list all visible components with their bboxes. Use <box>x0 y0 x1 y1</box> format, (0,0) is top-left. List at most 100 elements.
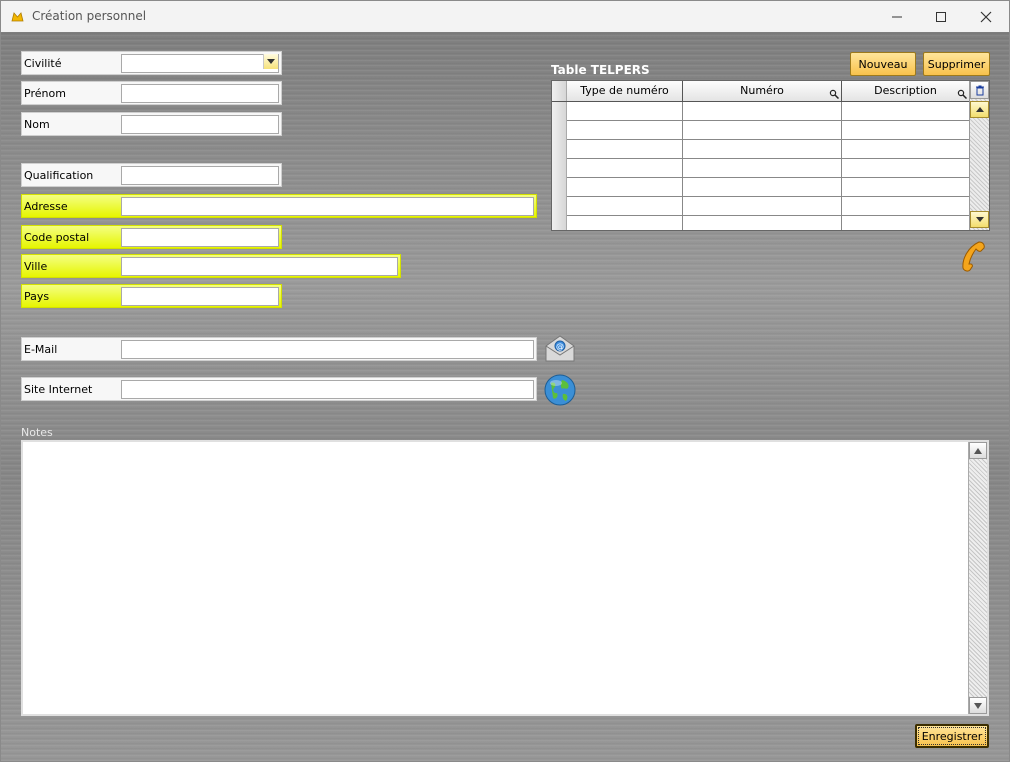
ville-row: Ville <box>21 254 401 278</box>
cell-type[interactable] <box>567 140 683 159</box>
scroll-up-button[interactable] <box>970 101 989 118</box>
cell-numero[interactable] <box>683 140 842 159</box>
column-header-type[interactable]: Type de numéro <box>567 81 683 102</box>
magnifier-icon[interactable] <box>829 89 839 99</box>
phone-icon[interactable] <box>959 239 987 273</box>
code-postal-input[interactable] <box>121 228 279 247</box>
table-scrollbar[interactable] <box>969 81 989 230</box>
table-title: Table TELPERS <box>551 63 650 77</box>
telpers-table: Type de numéro Numéro Description <box>551 80 990 231</box>
window: Création personnel Civilité Prénom Nom Q… <box>0 0 1010 762</box>
cell-type[interactable] <box>567 216 683 230</box>
row-selector-column[interactable] <box>552 102 567 230</box>
pays-row: Pays <box>21 284 282 308</box>
qualification-row: Qualification <box>21 163 282 187</box>
column-header-description-label: Description <box>874 84 937 97</box>
cell-type[interactable] <box>567 159 683 178</box>
email-icon[interactable]: @ <box>543 334 577 364</box>
site-internet-row: Site Internet <box>21 377 537 401</box>
scroll-down-button[interactable] <box>970 211 989 228</box>
adresse-input[interactable] <box>121 197 534 216</box>
cell-description[interactable] <box>842 178 970 197</box>
chevron-down-icon[interactable] <box>263 54 278 69</box>
ville-input[interactable] <box>121 257 398 276</box>
prenom-row: Prénom <box>21 81 282 105</box>
email-input[interactable] <box>121 340 534 359</box>
prenom-label: Prénom <box>24 87 66 100</box>
chevron-up-icon <box>974 447 982 454</box>
nom-input[interactable] <box>121 115 279 134</box>
cell-description[interactable] <box>842 121 970 140</box>
maximize-icon <box>936 11 946 22</box>
cell-numero[interactable] <box>683 216 842 230</box>
table-row[interactable] <box>567 178 970 197</box>
column-header-numero[interactable]: Numéro <box>683 81 842 102</box>
table-row[interactable] <box>567 140 970 159</box>
cell-type[interactable] <box>567 178 683 197</box>
pays-input[interactable] <box>121 287 279 306</box>
cell-description[interactable] <box>842 102 970 121</box>
enregistrer-button[interactable]: Enregistrer <box>915 724 989 748</box>
window-title: Création personnel <box>32 9 147 23</box>
notes-textarea[interactable] <box>21 440 989 716</box>
header-row-selector <box>552 81 567 101</box>
notes-scrollbar[interactable] <box>968 442 987 714</box>
minimize-button[interactable] <box>874 1 920 32</box>
ville-label: Ville <box>24 260 48 273</box>
magnifier-icon[interactable] <box>957 89 967 99</box>
nouveau-button[interactable]: Nouveau <box>850 52 916 76</box>
code-postal-label: Code postal <box>24 231 90 244</box>
adresse-label: Adresse <box>24 200 68 213</box>
supprimer-button[interactable]: Supprimer <box>923 52 990 76</box>
close-icon <box>980 11 992 22</box>
table-header: Type de numéro Numéro Description <box>552 81 970 102</box>
cell-description[interactable] <box>842 216 970 230</box>
notes-scroll-up-button[interactable] <box>969 442 987 459</box>
prenom-input[interactable] <box>121 84 279 103</box>
code-postal-row: Code postal <box>21 225 282 249</box>
table-row[interactable] <box>567 216 970 230</box>
cell-type[interactable] <box>567 121 683 140</box>
cell-numero[interactable] <box>683 102 842 121</box>
column-header-description[interactable]: Description <box>842 81 970 102</box>
form-area: Civilité Prénom Nom Qualification Adress… <box>1 32 1009 761</box>
trash-icon <box>975 85 984 95</box>
cell-numero[interactable] <box>683 121 842 140</box>
cell-numero[interactable] <box>683 159 842 178</box>
chevron-down-icon <box>974 702 982 709</box>
table-row[interactable] <box>567 121 970 140</box>
table-row[interactable] <box>567 102 970 121</box>
civilite-row: Civilité <box>21 51 282 75</box>
civilite-label: Civilité <box>24 57 62 70</box>
site-internet-input[interactable] <box>121 380 534 399</box>
table-row[interactable] <box>567 159 970 178</box>
email-row: E-Mail <box>21 337 537 361</box>
qualification-input[interactable] <box>121 166 279 185</box>
cell-description[interactable] <box>842 197 970 216</box>
cell-type[interactable] <box>567 197 683 216</box>
cell-numero[interactable] <box>683 178 842 197</box>
cell-description[interactable] <box>842 159 970 178</box>
qualification-label: Qualification <box>24 169 94 182</box>
maximize-button[interactable] <box>918 1 964 32</box>
globe-icon[interactable] <box>543 373 577 407</box>
cell-numero[interactable] <box>683 197 842 216</box>
close-button[interactable] <box>963 1 1009 32</box>
app-icon <box>11 12 24 22</box>
nom-label: Nom <box>24 118 50 131</box>
site-internet-label: Site Internet <box>24 383 93 396</box>
notes-label: Notes <box>21 426 53 439</box>
cell-type[interactable] <box>567 102 683 121</box>
cell-description[interactable] <box>842 140 970 159</box>
title-bar: Création personnel <box>1 1 1009 32</box>
civilite-combo[interactable] <box>121 54 279 73</box>
minimize-icon <box>892 16 902 17</box>
adresse-row: Adresse <box>21 194 537 218</box>
svg-text:@: @ <box>556 342 564 351</box>
column-header-numero-label: Numéro <box>740 84 784 97</box>
notes-scroll-down-button[interactable] <box>969 697 987 714</box>
table-row[interactable] <box>567 197 970 216</box>
email-label: E-Mail <box>24 343 58 356</box>
column-delete-button[interactable] <box>970 81 989 99</box>
nom-row: Nom <box>21 112 282 136</box>
